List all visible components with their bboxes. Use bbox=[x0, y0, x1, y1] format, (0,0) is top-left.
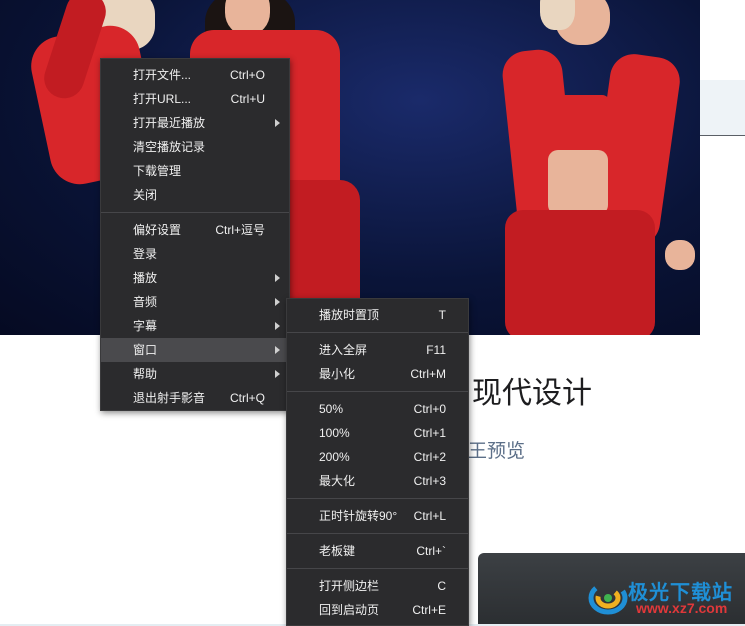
menu-separator bbox=[287, 533, 468, 534]
menu-item-shortcut: Ctrl+0 bbox=[413, 402, 446, 416]
window-submenu: 播放时置顶 T 进入全屏 F11 最小化 Ctrl+M 50% Ctrl+0 1… bbox=[286, 298, 469, 626]
watermark: 极光下载站 www.xz7.com bbox=[588, 574, 738, 622]
menu-item-label: 50% bbox=[319, 402, 344, 416]
menu-item-open-url[interactable]: 打开URL... Ctrl+U bbox=[101, 87, 289, 111]
chevron-right-icon bbox=[275, 370, 280, 378]
menu-item-label: 窗口 bbox=[133, 343, 158, 357]
menu-item-label: 字幕 bbox=[133, 319, 158, 333]
menu-item-shortcut: Ctrl+O bbox=[229, 68, 265, 82]
menu-item-open-file[interactable]: 打开文件... Ctrl+O bbox=[101, 63, 289, 87]
chevron-right-icon bbox=[275, 346, 280, 354]
menu-item-label: 老板键 bbox=[319, 544, 356, 558]
menu-item-label: 100% bbox=[319, 426, 350, 440]
menu-item-label: 最大化 bbox=[319, 474, 356, 488]
submenu-item-size-100[interactable]: 100% Ctrl+1 bbox=[287, 421, 468, 445]
menu-item-label: 播放 bbox=[133, 271, 158, 285]
page-title: 现代设计 bbox=[472, 377, 592, 410]
menu-item-label: 打开侧边栏 bbox=[319, 579, 380, 593]
menu-item-label: 播放时置顶 bbox=[319, 308, 380, 322]
menu-item-label: 偏好设置 bbox=[133, 223, 182, 237]
menu-item-shortcut: T bbox=[438, 308, 446, 322]
menu-item-play[interactable]: 播放 bbox=[101, 266, 289, 290]
menu-item-clear-history[interactable]: 清空播放记录 bbox=[101, 135, 289, 159]
menu-item-recent[interactable]: 打开最近播放 bbox=[101, 111, 289, 135]
watermark-logo-icon bbox=[588, 581, 628, 615]
performer-right-hand bbox=[665, 240, 695, 270]
menu-item-shortcut: Ctrl+U bbox=[230, 92, 265, 106]
menu-item-label: 打开最近播放 bbox=[133, 116, 206, 130]
menu-item-shortcut: Ctrl+M bbox=[410, 367, 446, 381]
performer-right-midriff bbox=[548, 150, 608, 215]
chevron-right-icon bbox=[275, 119, 280, 127]
menu-item-shortcut: Ctrl+Q bbox=[229, 391, 265, 405]
menu-item-shortcut: C bbox=[437, 579, 446, 593]
menu-item-shortcut: Ctrl+3 bbox=[413, 474, 446, 488]
menu-item-shortcut: Ctrl+1 bbox=[413, 426, 446, 440]
chevron-right-icon bbox=[275, 274, 280, 282]
performer-right-hair bbox=[540, 0, 575, 30]
menu-item-preferences[interactable]: 偏好设置 Ctrl+逗号 bbox=[101, 218, 289, 242]
menu-separator bbox=[287, 568, 468, 569]
performer-right-top bbox=[540, 95, 610, 155]
menu-separator bbox=[287, 391, 468, 392]
submenu-item-size-50[interactable]: 50% Ctrl+0 bbox=[287, 397, 468, 421]
page-subtitle-link[interactable]: 王预览 bbox=[468, 436, 525, 463]
menu-item-shortcut: Ctrl+L bbox=[413, 509, 446, 523]
menu-item-label: 音频 bbox=[133, 295, 158, 309]
menu-item-label: 登录 bbox=[133, 247, 158, 261]
menu-item-label: 打开URL... bbox=[133, 92, 192, 106]
chevron-right-icon bbox=[275, 322, 280, 330]
menu-item-help[interactable]: 帮助 bbox=[101, 362, 289, 386]
menu-item-shortcut: F11 bbox=[426, 343, 446, 357]
menu-item-label: 进入全屏 bbox=[319, 343, 368, 357]
menu-item-downloads[interactable]: 下载管理 bbox=[101, 159, 289, 183]
menu-item-shortcut: Ctrl+2 bbox=[413, 450, 446, 464]
menu-item-label: 打开文件... bbox=[133, 68, 192, 82]
page-panel bbox=[700, 80, 745, 135]
menu-item-close[interactable]: 关闭 bbox=[101, 183, 289, 207]
menu-item-label: 最小化 bbox=[319, 367, 356, 381]
submenu-item-open-sidebar[interactable]: 打开侧边栏 C bbox=[287, 574, 468, 598]
watermark-url: www.xz7.com bbox=[636, 600, 728, 616]
menu-item-audio[interactable]: 音频 bbox=[101, 290, 289, 314]
submenu-item-always-on-top[interactable]: 播放时置顶 T bbox=[287, 303, 468, 327]
menu-separator bbox=[287, 498, 468, 499]
menu-item-label: 关闭 bbox=[133, 188, 158, 202]
page-divider-bottom bbox=[700, 135, 745, 136]
context-menu: 打开文件... Ctrl+O 打开URL... Ctrl+U 打开最近播放 清空… bbox=[100, 58, 290, 411]
menu-item-label: 200% bbox=[319, 450, 350, 464]
menu-item-label: 回到启动页 bbox=[319, 603, 380, 617]
menu-item-shortcut: Ctrl+逗号 bbox=[215, 223, 265, 237]
menu-separator bbox=[287, 332, 468, 333]
menu-item-label: 清空播放记录 bbox=[133, 140, 206, 154]
menu-item-shortcut: Ctrl+` bbox=[416, 544, 446, 558]
submenu-item-maximize[interactable]: 最大化 Ctrl+3 bbox=[287, 469, 468, 493]
menu-item-window[interactable]: 窗口 bbox=[101, 338, 289, 362]
submenu-item-minimize[interactable]: 最小化 Ctrl+M bbox=[287, 362, 468, 386]
submenu-item-fullscreen[interactable]: 进入全屏 F11 bbox=[287, 338, 468, 362]
menu-item-label: 帮助 bbox=[133, 367, 158, 381]
chevron-right-icon bbox=[275, 298, 280, 306]
menu-item-label: 下载管理 bbox=[133, 164, 182, 178]
performer-right-pants bbox=[505, 210, 655, 335]
submenu-item-rotate[interactable]: 正时针旋转90° Ctrl+L bbox=[287, 504, 468, 528]
menu-item-label: 退出射手影音 bbox=[133, 391, 206, 405]
submenu-item-size-200[interactable]: 200% Ctrl+2 bbox=[287, 445, 468, 469]
menu-separator bbox=[101, 212, 289, 213]
submenu-item-boss-key[interactable]: 老板键 Ctrl+` bbox=[287, 539, 468, 563]
menu-item-exit[interactable]: 退出射手影音 Ctrl+Q bbox=[101, 386, 289, 410]
submenu-item-back-to-start[interactable]: 回到启动页 Ctrl+E bbox=[287, 598, 468, 622]
menu-item-shortcut: Ctrl+E bbox=[412, 603, 446, 617]
menu-item-label: 正时针旋转90° bbox=[319, 509, 398, 523]
menu-item-login[interactable]: 登录 bbox=[101, 242, 289, 266]
menu-item-subtitles[interactable]: 字幕 bbox=[101, 314, 289, 338]
